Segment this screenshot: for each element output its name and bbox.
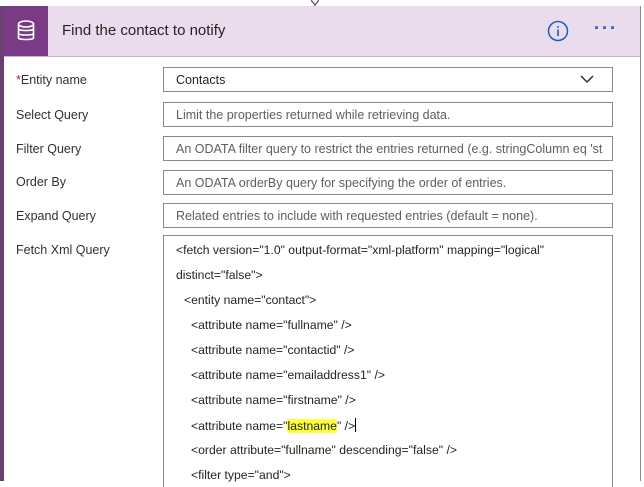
- expand-query-label: Expand Query: [16, 209, 96, 223]
- more-options-icon[interactable]: ···: [594, 18, 618, 39]
- xml-line: distinct="false">: [176, 268, 263, 282]
- select-query-label: Select Query: [16, 108, 89, 122]
- order-by-label: Order By: [16, 175, 67, 189]
- xml-text: <attribute name=": [191, 419, 288, 433]
- xml-line: <attribute name="contactid" />: [191, 343, 355, 357]
- text-cursor: [355, 418, 357, 432]
- fetch-xml-query-label: Fetch Xml Query: [16, 243, 110, 257]
- xml-line: <fetch version="1.0" output-format="xml-…: [176, 243, 545, 257]
- action-header[interactable]: Find the contact to notify ···: [4, 6, 640, 57]
- filter-query-label: Filter Query: [16, 142, 82, 156]
- filter-query-placeholder: An ODATA filter query to restrict the en…: [176, 142, 603, 156]
- entity-name-value: Contacts: [176, 73, 226, 87]
- xml-line: <filter type="and">: [191, 468, 291, 482]
- fetch-xml-query-textarea[interactable]: <fetch version="1.0" output-format="xml-…: [163, 235, 613, 487]
- select-query-placeholder: Limit the properties returned while retr…: [176, 108, 451, 122]
- xml-line: <order attribute="fullname" descending="…: [191, 443, 457, 457]
- highlighted-text: lastname: [287, 419, 337, 433]
- chevron-down-icon: [580, 75, 594, 84]
- filter-query-input[interactable]: An ODATA filter query to restrict the en…: [163, 136, 613, 161]
- order-by-input[interactable]: An ODATA orderBy query for specifying th…: [163, 170, 613, 195]
- xml-text: " />: [336, 419, 356, 433]
- entity-name-dropdown[interactable]: Contacts: [163, 67, 613, 92]
- xml-line: <attribute name="lastname" />: [191, 418, 357, 433]
- expand-query-input[interactable]: Related entries to include with requeste…: [163, 203, 613, 228]
- action-title: Find the contact to notify: [62, 22, 226, 39]
- action-card: Find the contact to notify ··· *Entity n…: [0, 6, 641, 487]
- xml-line: <attribute name="firstname" />: [191, 393, 356, 407]
- xml-line: <entity name="contact">: [184, 293, 317, 307]
- entity-name-label: *Entity name: [16, 73, 87, 87]
- select-query-input[interactable]: Limit the properties returned while retr…: [163, 102, 613, 127]
- info-icon[interactable]: [547, 20, 569, 42]
- xml-line: <attribute name="fullname" />: [191, 318, 352, 332]
- database-icon: [4, 6, 48, 56]
- expand-query-placeholder: Related entries to include with requeste…: [176, 209, 538, 223]
- xml-line: <attribute name="emailaddress1" />: [191, 368, 385, 382]
- order-by-placeholder: An ODATA orderBy query for specifying th…: [176, 176, 507, 190]
